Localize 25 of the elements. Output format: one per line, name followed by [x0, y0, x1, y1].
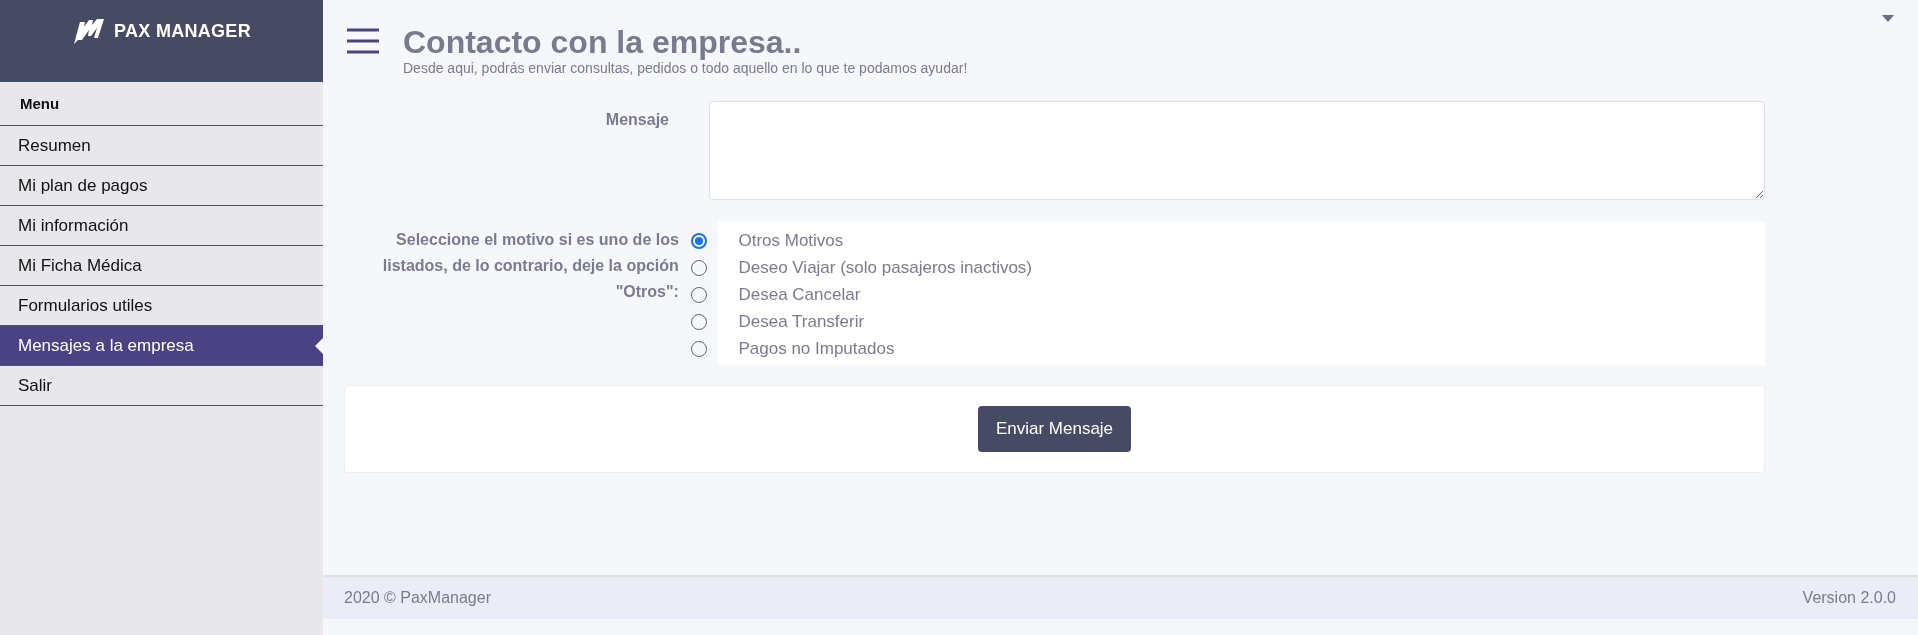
option-label[interactable]: Pagos no Imputados: [738, 335, 1745, 362]
sidebar-item[interactable]: Salir: [0, 366, 323, 406]
sidebar-item[interactable]: Resumen: [0, 126, 323, 166]
sidebar-item[interactable]: Mi Ficha Médica: [0, 246, 323, 286]
copyright-text: 2020 © PaxManager: [344, 589, 491, 607]
field-label: Mensaje: [605, 111, 669, 128]
brand-name: PAX MANAGER: [114, 20, 251, 42]
option-label[interactable]: Desea Transferir: [738, 308, 1745, 335]
sidebar-item[interactable]: Mi información: [0, 206, 323, 246]
caret-icon[interactable]: [1882, 15, 1894, 22]
message-field[interactable]: [709, 101, 1765, 200]
sidebar-item[interactable]: Mensajes a la empresa: [0, 326, 323, 366]
sidebar-item[interactable]: Mi plan de pagos: [0, 166, 323, 206]
option-label[interactable]: Otros Motivos: [738, 227, 1745, 254]
logo-icon: [72, 18, 106, 44]
menu-heading: Menu: [0, 82, 323, 126]
page-title: Contacto con la empresa..: [403, 24, 803, 60]
page-subtitle: Desde aqui, podrás enviar consultas, pedidos o todo aquello en lo que te podamos ayudar!: [403, 60, 968, 76]
version-text: Version 2.0.0: [1802, 589, 1896, 607]
menu-icon[interactable]: [347, 28, 379, 54]
field-label: Seleccione el motivo si es uno de los listados, de lo contrario, deje la opción "Otros":: [382, 231, 679, 300]
radio-button[interactable]: [690, 233, 707, 249]
send-button[interactable]: Enviar Mensaje: [977, 406, 1132, 452]
option-label[interactable]: Desea Cancelar: [738, 281, 1745, 308]
option-label[interactable]: Deseo Viajar (solo pasajeros inactivos): [738, 254, 1745, 281]
